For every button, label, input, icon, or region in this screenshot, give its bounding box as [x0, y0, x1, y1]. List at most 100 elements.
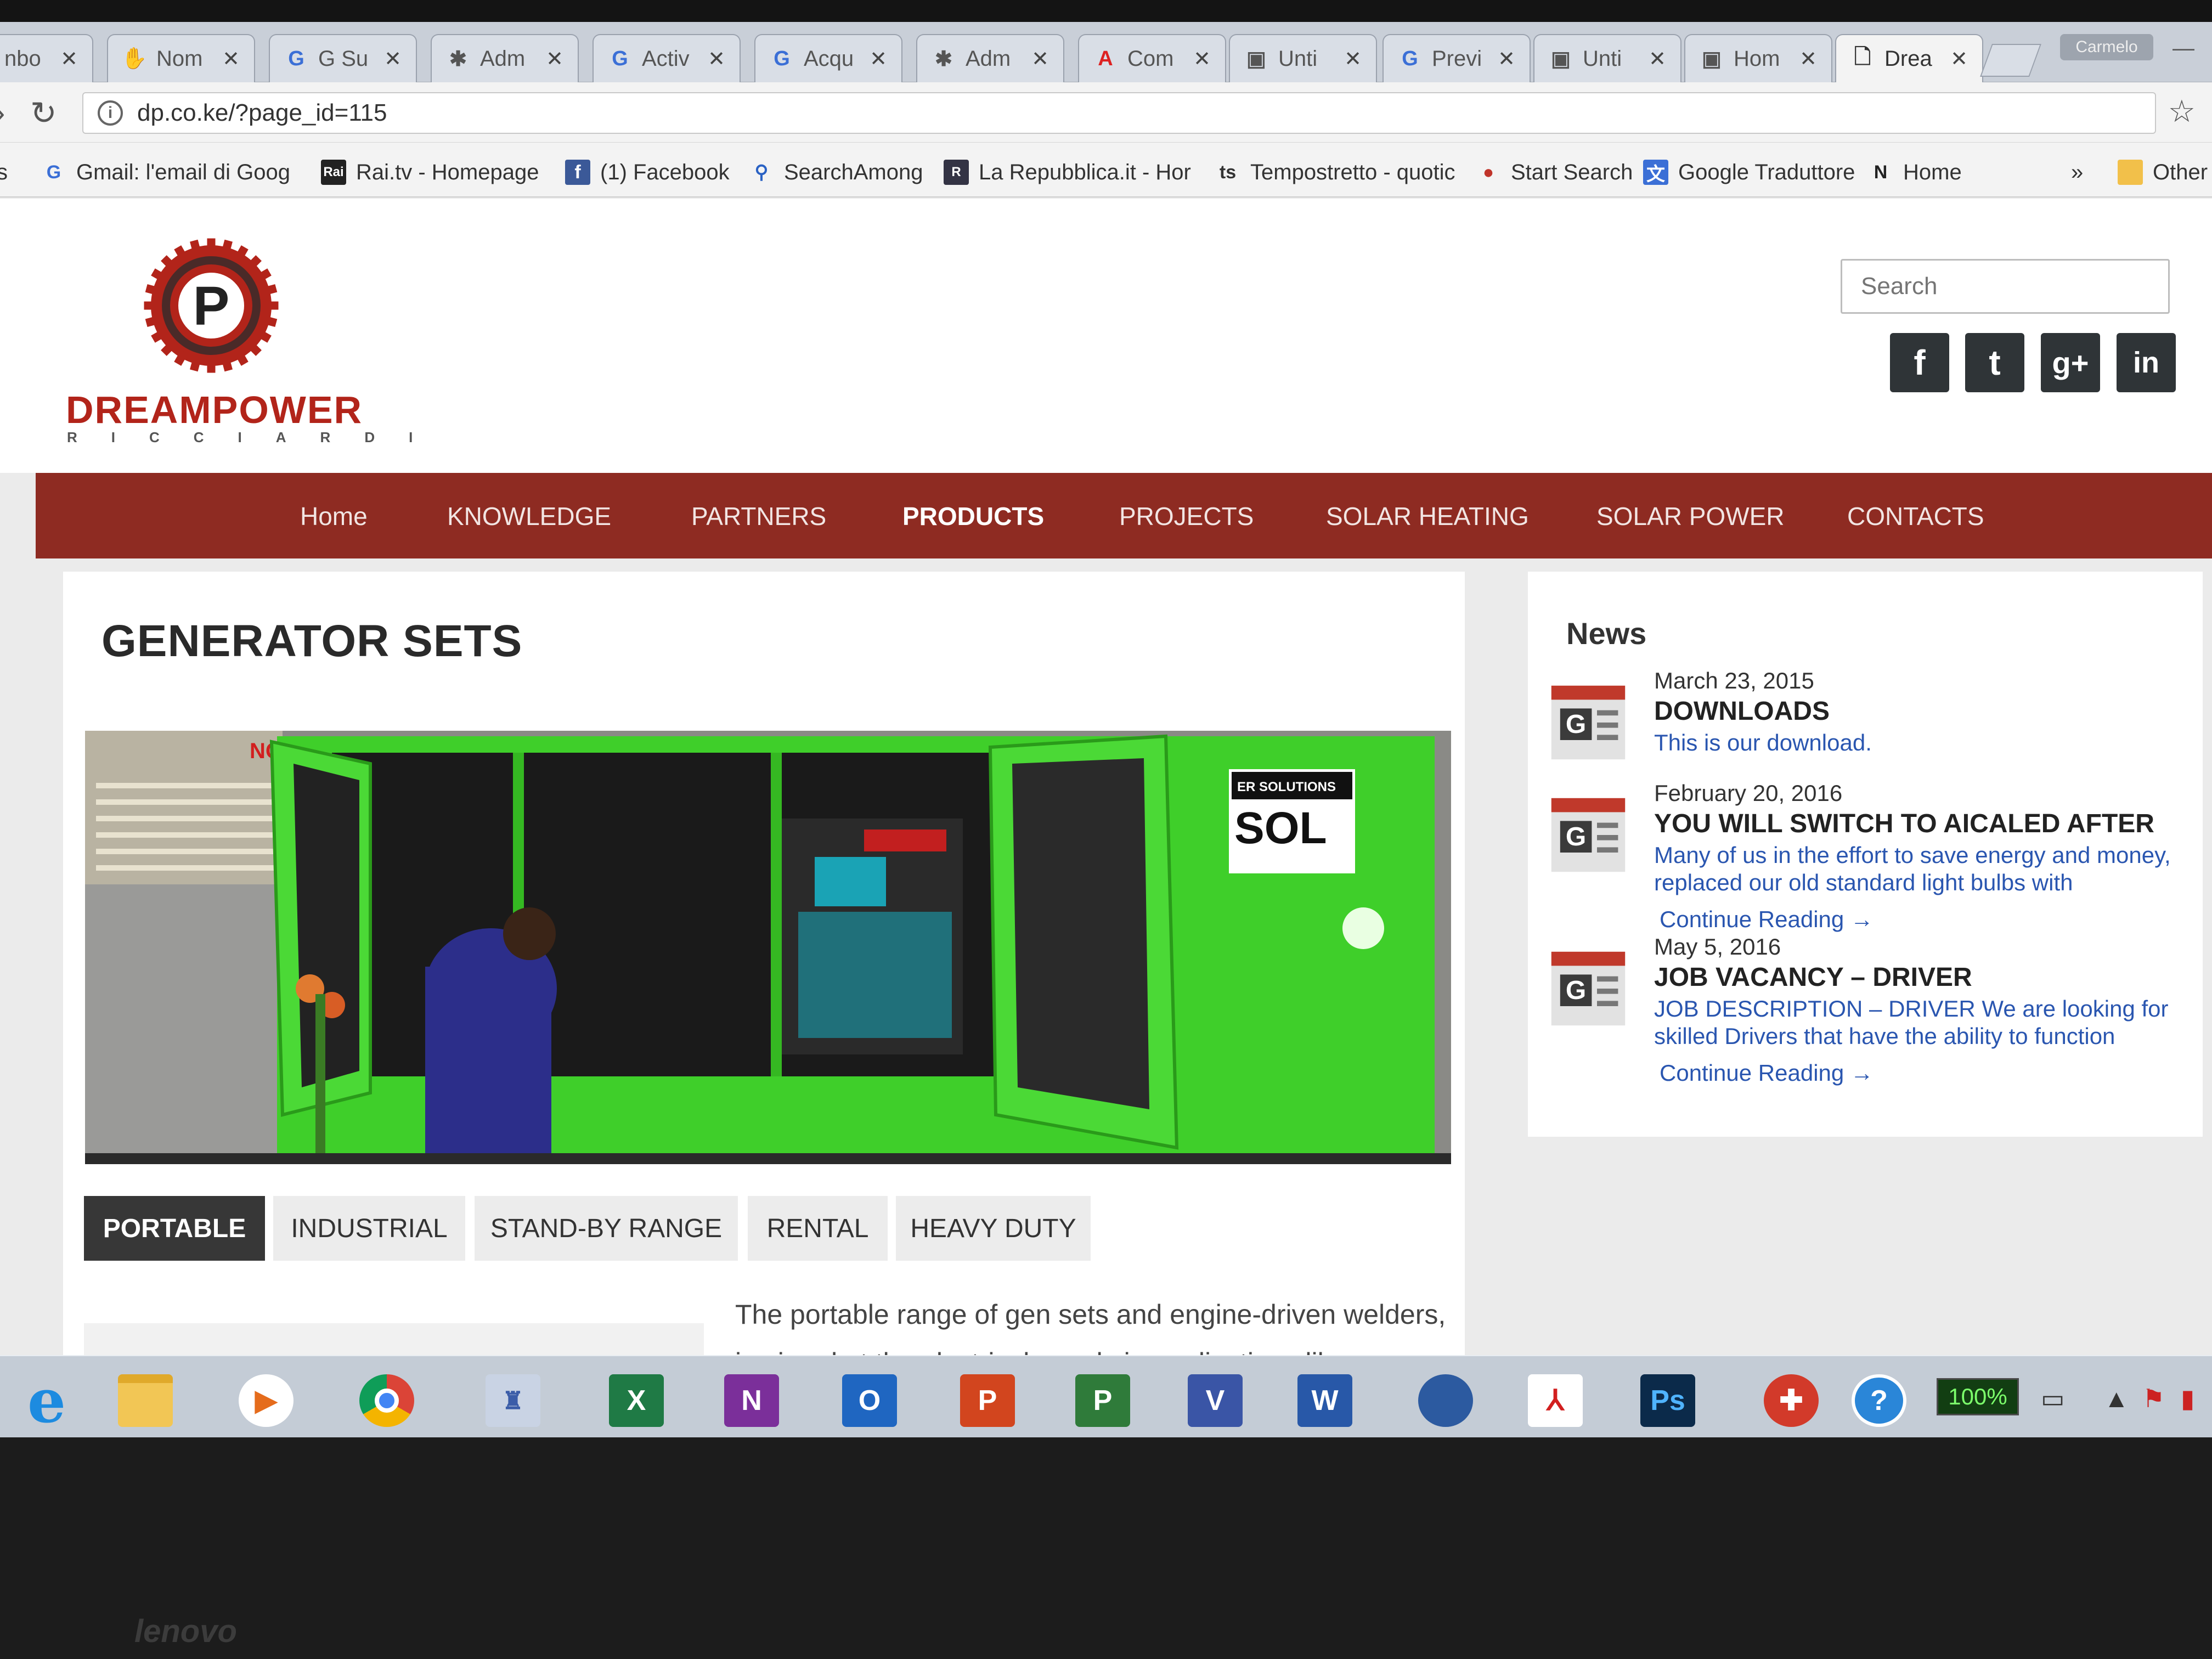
bookmark-repubblica[interactable]: R La Repubblica.it - Hor [944, 157, 1191, 188]
nav-home[interactable]: Home [300, 501, 368, 531]
bookmark-raitv[interactable]: Rai Rai.tv - Homepage [321, 157, 539, 188]
twitter-icon[interactable]: t [1965, 333, 2024, 392]
display-icon[interactable]: ▭ [2041, 1384, 2064, 1413]
outlook-letter: O [842, 1374, 897, 1427]
tab-industrial[interactable]: INDUSTRIAL [273, 1196, 465, 1261]
nav-projects[interactable]: PROJECTS [1119, 501, 1254, 531]
profile-button[interactable]: Carmelo [2060, 34, 2153, 60]
search-input[interactable] [1841, 259, 2170, 314]
apps-shortcut[interactable]: s [0, 157, 8, 188]
browser-tab[interactable]: ▣ Unti ✕ [1229, 34, 1377, 82]
browser-tab-active[interactable]: 🗋 Drea ✕ [1835, 34, 1983, 82]
address-bar[interactable]: i dp.co.ke/?page_id=115 [82, 92, 2156, 134]
close-icon[interactable]: ✕ [1950, 47, 1968, 71]
browser-tab[interactable]: G G Su ✕ [269, 34, 417, 82]
nav-products[interactable]: PRODUCTS [902, 501, 1044, 531]
project-icon[interactable]: P [1056, 1365, 1149, 1436]
browser-tab[interactable]: ✱ Adm ✕ [431, 34, 579, 82]
browser-tab[interactable]: ✱ Adm ✕ [916, 34, 1064, 82]
bookmark-facebook[interactable]: f (1) Facebook [565, 157, 730, 188]
onenote-icon[interactable]: N [705, 1365, 798, 1436]
news-date: February 20, 2016 [1654, 780, 1843, 806]
bookmark-star-icon[interactable]: ☆ [2168, 93, 2196, 129]
browser-tab[interactable]: ✋ Nom ✕ [107, 34, 255, 82]
visio-icon[interactable]: V [1169, 1365, 1262, 1436]
nav-partners[interactable]: PARTNERS [691, 501, 826, 531]
project-letter: P [1075, 1374, 1130, 1427]
bookmark-google-translate[interactable]: 文 Google Traduttore [1643, 157, 1855, 188]
tab-heavy-duty[interactable]: HEAVY DUTY [896, 1196, 1091, 1261]
word-icon[interactable]: W [1278, 1365, 1372, 1436]
news-headline[interactable]: DOWNLOADS [1654, 696, 1830, 726]
bookmark-searchamong[interactable]: ⚲ SearchAmong [749, 157, 923, 188]
close-icon[interactable]: ✕ [1031, 47, 1049, 71]
browser-tab[interactable]: ▣ Hom ✕ [1684, 34, 1832, 82]
continue-reading-link[interactable]: Continue Reading → [1660, 906, 1874, 933]
close-icon[interactable]: ✕ [1193, 47, 1211, 71]
bookmark-start-search[interactable]: ● Start Search [1476, 157, 1633, 188]
close-icon[interactable]: ✕ [1344, 47, 1362, 71]
outlook-icon[interactable]: O [823, 1365, 916, 1436]
help-icon[interactable]: ? [1832, 1365, 1926, 1436]
browser-tab[interactable]: ▣ Unti ✕ [1533, 34, 1681, 82]
close-icon[interactable]: ✕ [1498, 47, 1515, 71]
bookmark-label: SearchAmong [784, 160, 923, 184]
close-icon[interactable]: ✕ [870, 47, 887, 71]
app-icon[interactable]: ♜ [466, 1365, 560, 1436]
minimize-icon[interactable]: — [2172, 36, 2194, 61]
forward-icon[interactable]: › [0, 94, 5, 131]
office-alert-icon[interactable]: ✚ [1745, 1365, 1838, 1436]
nav-solar-power[interactable]: SOLAR POWER [1596, 501, 1785, 531]
news-headline[interactable]: YOU WILL SWITCH TO AICALED AFTER [1654, 809, 2154, 839]
tab-portable[interactable]: PORTABLE [84, 1196, 265, 1261]
close-icon[interactable]: ✕ [60, 47, 78, 71]
bookmarks-overflow[interactable]: » [2071, 157, 2083, 188]
chrome-icon[interactable] [340, 1365, 433, 1436]
close-icon[interactable]: ✕ [384, 47, 402, 71]
google-plus-icon[interactable]: g+ [2041, 333, 2100, 392]
close-icon[interactable]: ✕ [1649, 47, 1666, 71]
browser-tab[interactable]: A Com ✕ [1078, 34, 1226, 82]
bookmark-other[interactable]: Other [2118, 157, 2208, 188]
powerpoint-icon[interactable]: P [941, 1365, 1034, 1436]
bookmark-home[interactable]: N Home [1868, 157, 1962, 188]
close-icon[interactable]: ✕ [708, 47, 725, 71]
continue-reading-link[interactable]: Continue Reading → [1660, 1060, 1874, 1086]
excel-icon[interactable]: X [590, 1365, 683, 1436]
close-icon[interactable]: ✕ [546, 47, 563, 71]
nav-solar-heating[interactable]: SOLAR HEATING [1326, 501, 1529, 531]
tab-stand-by-range[interactable]: STAND-BY RANGE [475, 1196, 738, 1261]
logo-text[interactable]: DREAMPOWER [66, 388, 363, 432]
nav-contacts[interactable]: CONTACTS [1847, 501, 1984, 531]
bookmark-tempostretto[interactable]: ts Tempostretto - quotic [1215, 157, 1455, 188]
news-headline[interactable]: JOB VACANCY – DRIVER [1654, 962, 1972, 992]
close-icon[interactable]: ✕ [1799, 47, 1817, 71]
acrobat-icon[interactable]: ⅄ [1509, 1365, 1602, 1436]
reload-icon[interactable]: ↻ [30, 94, 57, 132]
file-explorer-icon[interactable] [99, 1365, 192, 1436]
tray-expand-icon[interactable]: ▲ [2104, 1384, 2129, 1413]
browser-tab[interactable]: nbo ✕ [0, 34, 93, 82]
close-icon[interactable]: ✕ [222, 47, 240, 71]
network-icon[interactable]: ▮ [2181, 1384, 2194, 1413]
battery-indicator[interactable]: 100% [1937, 1378, 2019, 1415]
info-icon[interactable]: i [98, 100, 123, 126]
nav-knowledge[interactable]: KNOWLEDGE [447, 501, 611, 531]
google-icon: G [612, 47, 628, 70]
browser-tab[interactable]: G Activ ✕ [592, 34, 741, 82]
logo-gear-icon[interactable]: P [143, 237, 280, 374]
photoshop-icon[interactable]: Ps [1621, 1365, 1714, 1436]
tab-rental[interactable]: RENTAL [748, 1196, 888, 1261]
new-tab-button[interactable] [1980, 44, 2041, 77]
browser-tab[interactable]: G Acqu ✕ [754, 34, 902, 82]
action-center-flag-icon[interactable]: ⚑ [2142, 1384, 2165, 1413]
bookmark-gmail[interactable]: G Gmail: l'email di Goog [41, 157, 290, 188]
browser-tab[interactable]: G Previ ✕ [1383, 34, 1531, 82]
bookmark-label: (1) Facebook [600, 160, 730, 184]
newspaper-icon: G [1551, 685, 1626, 760]
facebook-icon[interactable]: f [1890, 333, 1949, 392]
internet-explorer-icon[interactable]: e [0, 1365, 93, 1436]
media-player-icon[interactable]: ▶ [219, 1365, 313, 1436]
linkedin-icon[interactable]: in [2117, 333, 2176, 392]
thunderbird-icon[interactable] [1399, 1365, 1492, 1436]
